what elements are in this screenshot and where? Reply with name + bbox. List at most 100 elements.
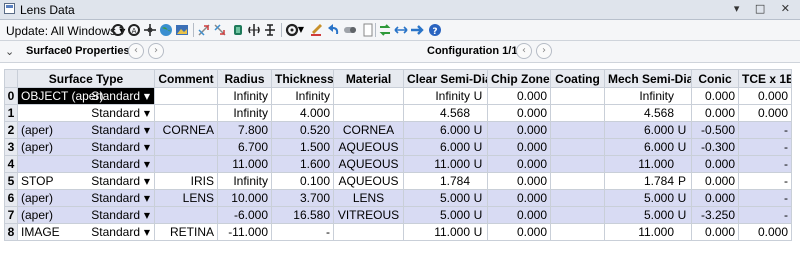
radius-cell[interactable]: Infinity xyxy=(217,172,272,190)
next-config-button[interactable]: › xyxy=(536,43,552,59)
surface-type-cell[interactable]: Standard ▼ xyxy=(17,155,155,173)
thickness-header[interactable]: Thickness xyxy=(271,69,334,88)
page-icon[interactable] xyxy=(361,23,375,37)
chip-zone-header[interactable]: Chip Zone xyxy=(487,69,551,88)
clear-semi-dia-solve[interactable]: U xyxy=(472,191,484,205)
row-number[interactable]: 0 xyxy=(4,87,18,105)
chip-zone-cell[interactable]: 0.000 xyxy=(487,87,551,105)
table-row[interactable]: 2 (aper) Standard ▼ CORNEA 7.800 0.520 CORNEA 6.… xyxy=(4,121,792,139)
settings-dropdown-icon[interactable]: ▼ xyxy=(297,25,305,34)
green-cube-icon[interactable] xyxy=(231,23,245,37)
comment-cell[interactable] xyxy=(154,138,218,156)
chip-zone-cell[interactable]: 0.000 xyxy=(487,189,551,207)
radius-cell[interactable]: 6.700 xyxy=(217,138,272,156)
surface-type-dropdown-icon[interactable]: ▼ xyxy=(143,143,151,152)
forward-arrow-icon[interactable] xyxy=(410,23,424,37)
table-row[interactable]: 7 (aper) Standard ▼ -6.000 16.580 VITREOUS 5.00… xyxy=(4,206,792,224)
clear-semi-dia-cell[interactable]: 11.000 U xyxy=(403,155,488,173)
chip-zone-cell[interactable]: 0.000 xyxy=(487,121,551,139)
table-row[interactable]: 4 Standard ▼ 11.000 1.600 AQUEOUS 11.000 U 0.000… xyxy=(4,155,792,173)
lens-flip-icon[interactable] xyxy=(247,23,261,37)
clear-semi-dia-solve[interactable]: U xyxy=(472,157,484,171)
photo-icon[interactable] xyxy=(175,23,189,37)
prev-config-button[interactable]: ‹ xyxy=(516,43,532,59)
tce-cell[interactable]: 0.000 xyxy=(738,87,792,105)
next-surface-button[interactable]: › xyxy=(148,43,164,59)
globe-icon[interactable] xyxy=(159,23,173,37)
comment-cell[interactable]: RETINA xyxy=(154,223,218,241)
surface-type-dropdown-icon[interactable]: ▼ xyxy=(143,160,151,169)
clear-semi-dia-cell[interactable]: 11.000 U xyxy=(403,223,488,241)
global-refresh-icon[interactable]: A xyxy=(127,23,141,37)
radius-cell[interactable]: -6.000 xyxy=(217,206,272,224)
material-cell[interactable] xyxy=(333,223,404,241)
comment-cell[interactable]: CORNEA xyxy=(154,121,218,139)
surface-type-cell[interactable]: (aper) Standard ▼ xyxy=(17,138,155,156)
surface-type-dropdown-icon[interactable]: ▼ xyxy=(143,109,151,118)
clear-semi-dia-cell[interactable]: 6.000 U xyxy=(403,138,488,156)
help-icon[interactable]: ? xyxy=(428,23,442,37)
table-row[interactable]: 5 STOP Standard ▼ IRIS Infinity 0.100 AQUEOUS 1.… xyxy=(4,172,792,190)
chip-zone-cell[interactable]: 0.000 xyxy=(487,172,551,190)
radius-cell[interactable]: Infinity xyxy=(217,87,272,105)
thickness-cell[interactable]: 0.520 xyxy=(271,121,334,139)
mech-semi-dia-header[interactable]: Mech Semi-Dia xyxy=(604,69,692,88)
row-number[interactable]: 8 xyxy=(4,223,18,241)
material-cell[interactable]: AQUEOUS xyxy=(333,155,404,173)
tce-cell[interactable]: - xyxy=(738,121,792,139)
conic-cell[interactable]: -0.300 xyxy=(691,138,739,156)
check-pencil-icon[interactable] xyxy=(309,23,323,37)
thickness-cell[interactable]: 16.580 xyxy=(271,206,334,224)
tce-cell[interactable]: 0.000 xyxy=(738,104,792,122)
table-row[interactable]: 6 (aper) Standard ▼ LENS 10.000 3.700 LENS 5.000… xyxy=(4,189,792,207)
conic-cell[interactable]: 0.000 xyxy=(691,87,739,105)
surface-type-cell[interactable]: (aper) Standard ▼ xyxy=(17,189,155,207)
surface-label[interactable]: Surface xyxy=(26,45,66,57)
collapse-chevron-icon[interactable]: ⌄ xyxy=(5,45,14,58)
surface-type-dropdown-icon[interactable]: ▼ xyxy=(143,126,151,135)
chip-zone-cell[interactable]: 0.000 xyxy=(487,138,551,156)
table-row[interactable]: 0 OBJECT (aper) Standard ▼ Infinity Infinity I… xyxy=(4,87,792,105)
comment-cell[interactable]: LENS xyxy=(154,189,218,207)
conic-cell[interactable]: -3.250 xyxy=(691,206,739,224)
refresh-icon[interactable] xyxy=(111,23,125,37)
update-dropdown[interactable]: Update: All Windows ▾ xyxy=(6,24,125,38)
surface-type-header[interactable]: Surface Type xyxy=(17,69,155,88)
mech-semi-dia-cell[interactable]: 4.568 xyxy=(604,104,692,122)
radius-header[interactable]: Radius xyxy=(217,69,272,88)
coating-cell[interactable] xyxy=(550,172,605,190)
conic-header[interactable]: Conic xyxy=(691,69,739,88)
thickness-cell[interactable]: 0.100 xyxy=(271,172,334,190)
radius-cell[interactable]: 11.000 xyxy=(217,155,272,173)
mech-semi-dia-cell[interactable]: 11.000 xyxy=(604,223,692,241)
thickness-cell[interactable]: Infinity xyxy=(271,87,334,105)
coating-cell[interactable] xyxy=(550,206,605,224)
window-controls[interactable]: ▾ □ ✕ xyxy=(734,2,796,15)
radius-cell[interactable]: -11.000 xyxy=(217,223,272,241)
clear-semi-dia-cell[interactable]: 6.000 U xyxy=(403,121,488,139)
tce-cell[interactable]: - xyxy=(738,172,792,190)
green-arrows-icon[interactable] xyxy=(378,23,392,37)
mech-semi-dia-cell[interactable]: 6.000 U xyxy=(604,121,692,139)
mech-semi-dia-cell[interactable]: 5.000 U xyxy=(604,206,692,224)
tce-cell[interactable]: - xyxy=(738,138,792,156)
surface-type-cell[interactable]: OBJECT (aper) Standard ▼ xyxy=(17,87,155,105)
coating-cell[interactable] xyxy=(550,223,605,241)
conic-cell[interactable]: -0.500 xyxy=(691,121,739,139)
material-header[interactable]: Material xyxy=(333,69,404,88)
material-cell[interactable]: AQUEOUS xyxy=(333,138,404,156)
material-cell[interactable] xyxy=(333,104,404,122)
mech-semi-dia-cell[interactable]: 1.784 P xyxy=(604,172,692,190)
x-arrow-icon[interactable] xyxy=(197,23,211,37)
toggle-icon[interactable] xyxy=(343,23,357,37)
chip-zone-cell[interactable]: 0.000 xyxy=(487,155,551,173)
crosshair-icon[interactable] xyxy=(143,23,157,37)
coating-cell[interactable] xyxy=(550,121,605,139)
thickness-cell[interactable]: 1.600 xyxy=(271,155,334,173)
clear-semi-dia-solve[interactable]: U xyxy=(472,140,484,154)
surface-type-dropdown-icon[interactable]: ▼ xyxy=(143,228,151,237)
undo-icon[interactable] xyxy=(327,23,341,37)
coating-cell[interactable] xyxy=(550,189,605,207)
conic-cell[interactable]: 0.000 xyxy=(691,172,739,190)
mech-semi-dia-cell[interactable]: 5.000 U xyxy=(604,189,692,207)
